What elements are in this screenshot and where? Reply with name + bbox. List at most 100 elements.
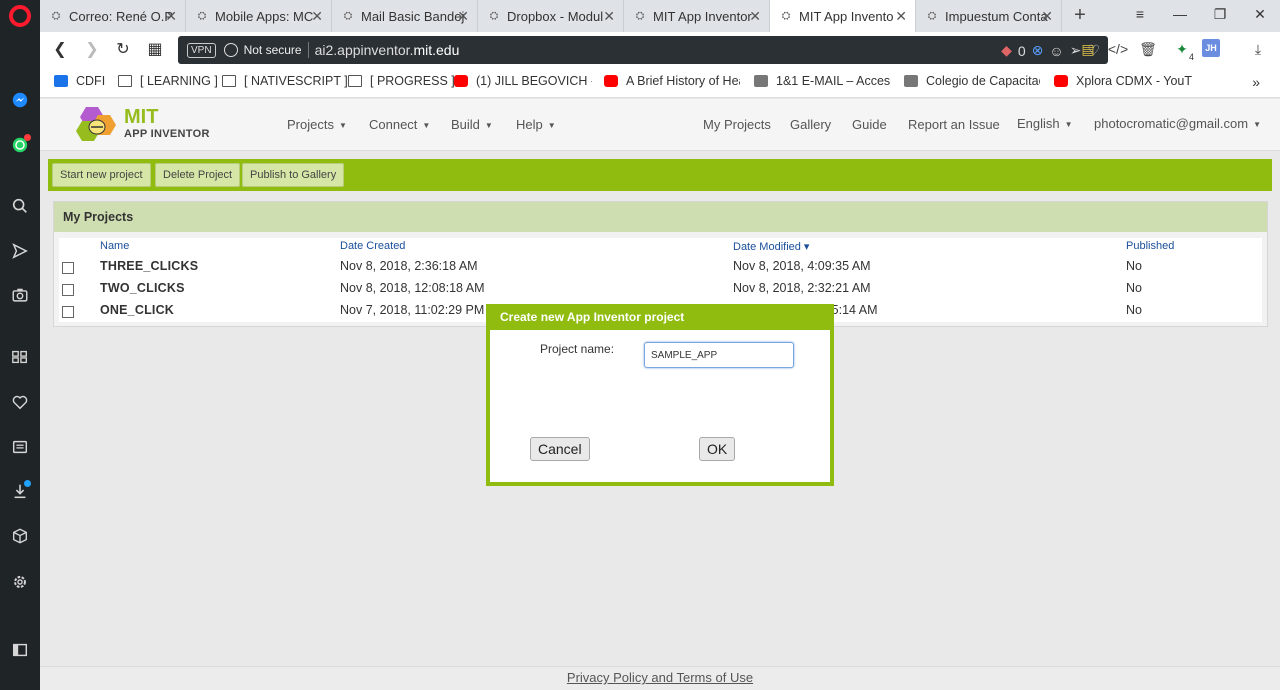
close-tab-icon[interactable]: ✕ (165, 8, 177, 25)
table-row[interactable]: THREE_CLICKS Nov 8, 2018, 2:36:18 AM Nov… (59, 256, 1262, 278)
tab-title: Dropbox - Modul (507, 8, 604, 24)
speed-dial-icon[interactable] (8, 345, 32, 369)
url-field[interactable]: VPN Not secure ai2.appinventor.mit.edu ◆… (178, 36, 1108, 64)
cancel-button[interactable]: Cancel (530, 437, 590, 461)
menu-label: Help (516, 117, 543, 132)
tab-menu-icon[interactable]: ≡ (1130, 6, 1150, 22)
column-header-name[interactable]: Name (100, 240, 129, 252)
account-menu[interactable]: photocromatic@gmail.com ▼ (1094, 116, 1261, 131)
publish-to-gallery-button[interactable]: Publish to Gallery (242, 163, 345, 187)
row-checkbox[interactable] (62, 284, 74, 296)
row-checkbox[interactable] (62, 306, 74, 318)
folder-icon (118, 75, 132, 87)
new-tab-button[interactable]: + (1068, 4, 1092, 28)
column-header-date-created[interactable]: Date Created (340, 240, 405, 252)
bookmark-folder[interactable]: [ NATIVESCRIPT ] (222, 74, 348, 88)
browser-tab[interactable]: ⛭ Mobile Apps: MC ✕ (186, 0, 332, 32)
nav-gallery[interactable]: Gallery (790, 117, 831, 132)
minimize-icon[interactable]: — (1170, 6, 1190, 22)
messenger-icon[interactable] (8, 88, 32, 112)
logo-title: MIT (124, 106, 159, 128)
browser-tab[interactable]: ⛭ Impuestum Conta ✕ (916, 0, 1062, 32)
menu-connect[interactable]: Connect ▼ (369, 117, 430, 132)
bookmark-item[interactable]: A Brief History of Hea (604, 74, 740, 88)
close-tab-icon[interactable]: ✕ (457, 8, 469, 25)
address-bar-row: ❮ ❯ ↻ ▦ VPN Not secure ai2.appinventor.m… (40, 32, 1280, 68)
menu-projects[interactable]: Projects ▼ (287, 117, 347, 132)
project-name-input[interactable] (644, 342, 794, 368)
table-row[interactable]: TWO_CLICKS Nov 8, 2018, 12:08:18 AM Nov … (59, 278, 1262, 300)
menu-help[interactable]: Help ▼ (516, 117, 556, 132)
restore-icon[interactable]: ❐ (1210, 6, 1230, 23)
column-header-date-modified[interactable]: Date Modified ▾ (733, 240, 809, 253)
published-status: No (1126, 303, 1142, 317)
youtube-icon (604, 75, 618, 87)
heart-icon[interactable] (8, 390, 32, 414)
bookmark-item[interactable]: Colegio de Capacitac (904, 74, 1040, 88)
bookmark-item[interactable]: (1) JILL BEGOVICH - Y (454, 74, 592, 88)
start-new-project-button[interactable]: Start new project (52, 163, 151, 187)
date-modified: Nov 8, 2018, 4:09:35 AM (733, 259, 871, 273)
sidebar-toggle-icon[interactable] (8, 638, 32, 662)
close-tab-icon[interactable]: ✕ (895, 8, 907, 25)
tabs-grid-icon[interactable]: ▦ (145, 40, 165, 60)
app-logo[interactable]: MIT APP INVENTOR (76, 103, 209, 147)
extension-badge-icon[interactable]: ✦ 4 (1172, 39, 1194, 63)
whatsapp-icon[interactable] (8, 133, 32, 157)
bookmark-folder[interactable]: [ LEARNING ] (118, 74, 218, 88)
project-name[interactable]: TWO_CLICKS (100, 281, 185, 295)
column-header-published[interactable]: Published (1126, 240, 1174, 252)
search-icon[interactable] (8, 194, 32, 218)
browser-tab-active[interactable]: ⛭ MIT App Invento ✕ (770, 0, 916, 32)
es-extension-icon[interactable]: ▤ (1078, 39, 1098, 59)
trash-icon[interactable]: 🗑 (1138, 39, 1158, 59)
browser-tab[interactable]: ⛭ Mail Basic Bandej ✕ (332, 0, 478, 32)
close-window-icon[interactable]: ✕ (1250, 6, 1270, 23)
bookmark-item[interactable]: 1&1 E-MAIL – Acceso (754, 74, 890, 88)
adblock-count[interactable]: 0 (1018, 43, 1026, 59)
extensions-cube-icon[interactable] (8, 524, 32, 548)
reload-icon[interactable]: ↻ (113, 40, 133, 60)
send-icon[interactable] (8, 239, 32, 263)
ok-button[interactable]: OK (699, 437, 736, 461)
bookmark-item[interactable]: CDFI (54, 74, 105, 88)
close-tab-icon[interactable]: ✕ (603, 8, 615, 25)
settings-gear-icon[interactable] (8, 570, 32, 594)
language-selector[interactable]: English ▼ (1017, 116, 1073, 131)
nav-report-issue[interactable]: Report an Issue (908, 117, 1000, 132)
row-checkbox[interactable] (62, 262, 74, 274)
project-name[interactable]: THREE_CLICKS (100, 259, 198, 273)
downloads-icon[interactable] (8, 479, 32, 503)
nav-guide[interactable]: Guide (852, 117, 887, 132)
download-icon[interactable]: ⤓ (1248, 39, 1268, 59)
camera-icon[interactable] (8, 283, 32, 307)
bookmark-label: [ NATIVESCRIPT ] (244, 74, 348, 88)
opera-logo-icon[interactable] (9, 5, 31, 27)
code-icon[interactable]: </> (1108, 39, 1128, 59)
shield-blocker-icon[interactable]: ⊗ (1032, 42, 1044, 59)
delete-project-button[interactable]: Delete Project (155, 163, 241, 187)
jh-extension[interactable]: JH (1202, 39, 1220, 57)
vpn-badge[interactable]: VPN (187, 42, 216, 58)
news-icon[interactable] (8, 435, 32, 459)
bookmarks-more-icon[interactable]: » (1252, 74, 1260, 90)
nav-my-projects[interactable]: My Projects (703, 117, 771, 132)
privacy-policy-link[interactable]: Privacy Policy and Terms of Use (567, 670, 753, 685)
forward-icon[interactable]: ❯ (82, 40, 102, 60)
security-status[interactable]: Not secure (244, 43, 302, 57)
url-text[interactable]: ai2.appinventor.mit.edu (315, 42, 460, 58)
bookmark-folder[interactable]: [ PROGRESS ] (348, 74, 455, 88)
logo-subtitle: APP INVENTOR (124, 128, 210, 140)
menu-build[interactable]: Build ▼ (451, 117, 493, 132)
close-tab-icon[interactable]: ✕ (311, 8, 323, 25)
close-tab-icon[interactable]: ✕ (749, 8, 761, 25)
browser-tab[interactable]: ⛭ Dropbox - Modul ✕ (478, 0, 624, 32)
project-name[interactable]: ONE_CLICK (100, 303, 174, 317)
emoji-icon[interactable]: ☺ (1049, 43, 1063, 59)
bookmark-item[interactable]: Xplora CDMX - YouTu (1054, 74, 1192, 88)
browser-tab[interactable]: ⛭ MIT App Inventor ✕ (624, 0, 770, 32)
back-icon[interactable]: ❮ (50, 40, 70, 60)
cube-extension-icon[interactable]: ◆ (1001, 42, 1012, 59)
browser-tab[interactable]: ⛭ Correo: René O.P ✕ (40, 0, 186, 32)
close-tab-icon[interactable]: ✕ (1041, 8, 1053, 25)
